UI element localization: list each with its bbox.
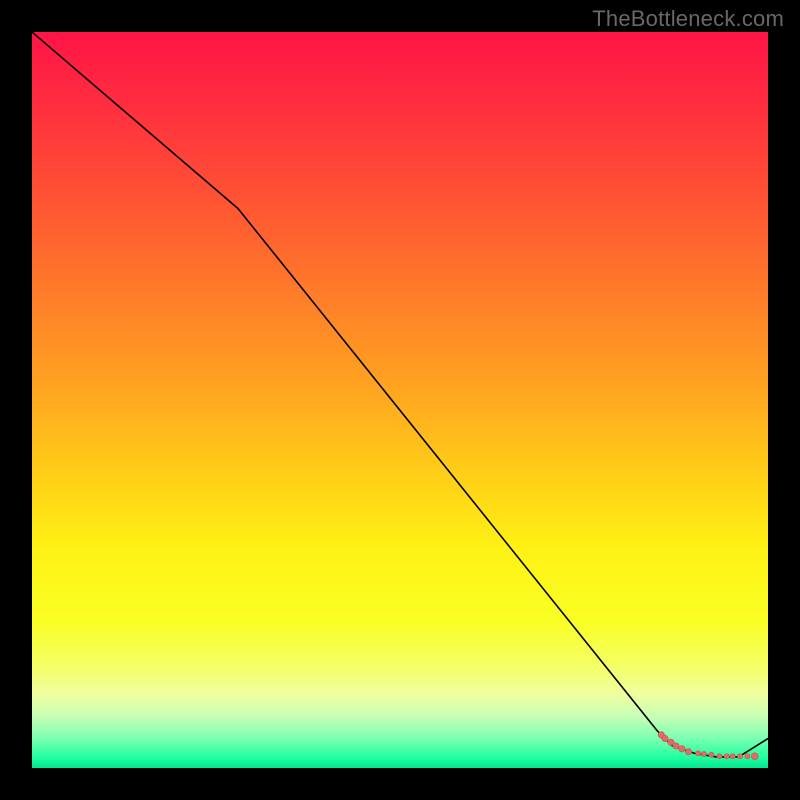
marker-point-14 bbox=[751, 753, 758, 760]
watermark-text: TheBottleneck.com bbox=[592, 6, 784, 32]
marker-point-13 bbox=[745, 754, 750, 759]
marker-point-5 bbox=[685, 749, 691, 755]
marker-point-8 bbox=[709, 752, 714, 757]
marker-point-7 bbox=[701, 751, 706, 756]
marker-point-12 bbox=[737, 754, 742, 759]
marker-point-10 bbox=[724, 754, 729, 759]
chart-frame: TheBottleneck.com bbox=[0, 0, 800, 800]
marker-point-6 bbox=[695, 751, 700, 756]
marker-point-9 bbox=[717, 754, 722, 759]
marker-point-1 bbox=[662, 735, 668, 741]
marker-point-4 bbox=[679, 746, 685, 752]
plot-area bbox=[32, 32, 768, 768]
marker-point-11 bbox=[730, 754, 735, 759]
chart-svg bbox=[32, 32, 768, 768]
marker-point-3 bbox=[673, 743, 679, 749]
gradient-background bbox=[32, 32, 768, 768]
